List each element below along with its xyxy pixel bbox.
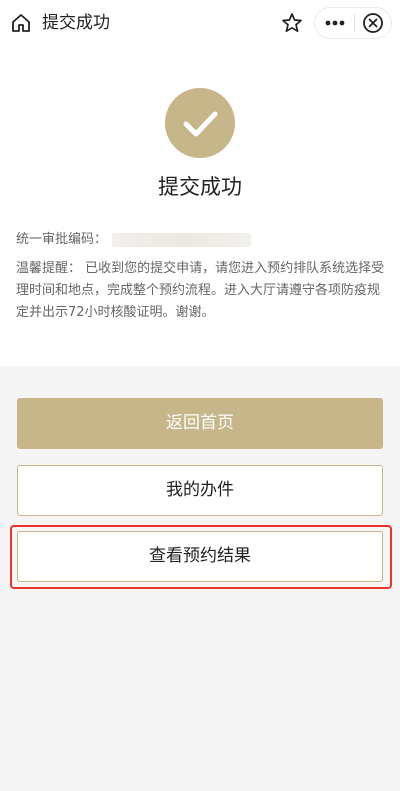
highlight-box [10, 525, 392, 589]
top-navbar: 提交成功 [0, 0, 400, 46]
reminder-text: 温馨提醒： 已收到您的提交申请，请您进入预约排队系统选择受理时间和地点，完成整个… [16, 261, 385, 320]
capsule-divider [354, 14, 355, 32]
approval-code-label: 统一审批编码： [16, 232, 108, 247]
home-icon[interactable] [10, 12, 32, 34]
my-items-button[interactable]: 我的办件 [17, 465, 383, 516]
star-icon[interactable] [280, 11, 304, 35]
more-icon[interactable] [316, 8, 354, 38]
success-title: 提交成功 [158, 175, 242, 199]
close-icon[interactable] [360, 10, 386, 36]
checkmark-icon [165, 88, 235, 158]
back-home-button[interactable]: 返回首页 [17, 398, 383, 449]
page-title: 提交成功 [42, 13, 110, 33]
approval-code-redacted [112, 233, 251, 247]
page: 提交成功 提交成功 统一审批编码： 温馨提醒： 已收到您的提交申请，请您进入预约… [0, 0, 400, 791]
result-section: 提交成功 统一审批编码： 温馨提醒： 已收到您的提交申请，请您进入预约排队系统选… [0, 46, 400, 366]
